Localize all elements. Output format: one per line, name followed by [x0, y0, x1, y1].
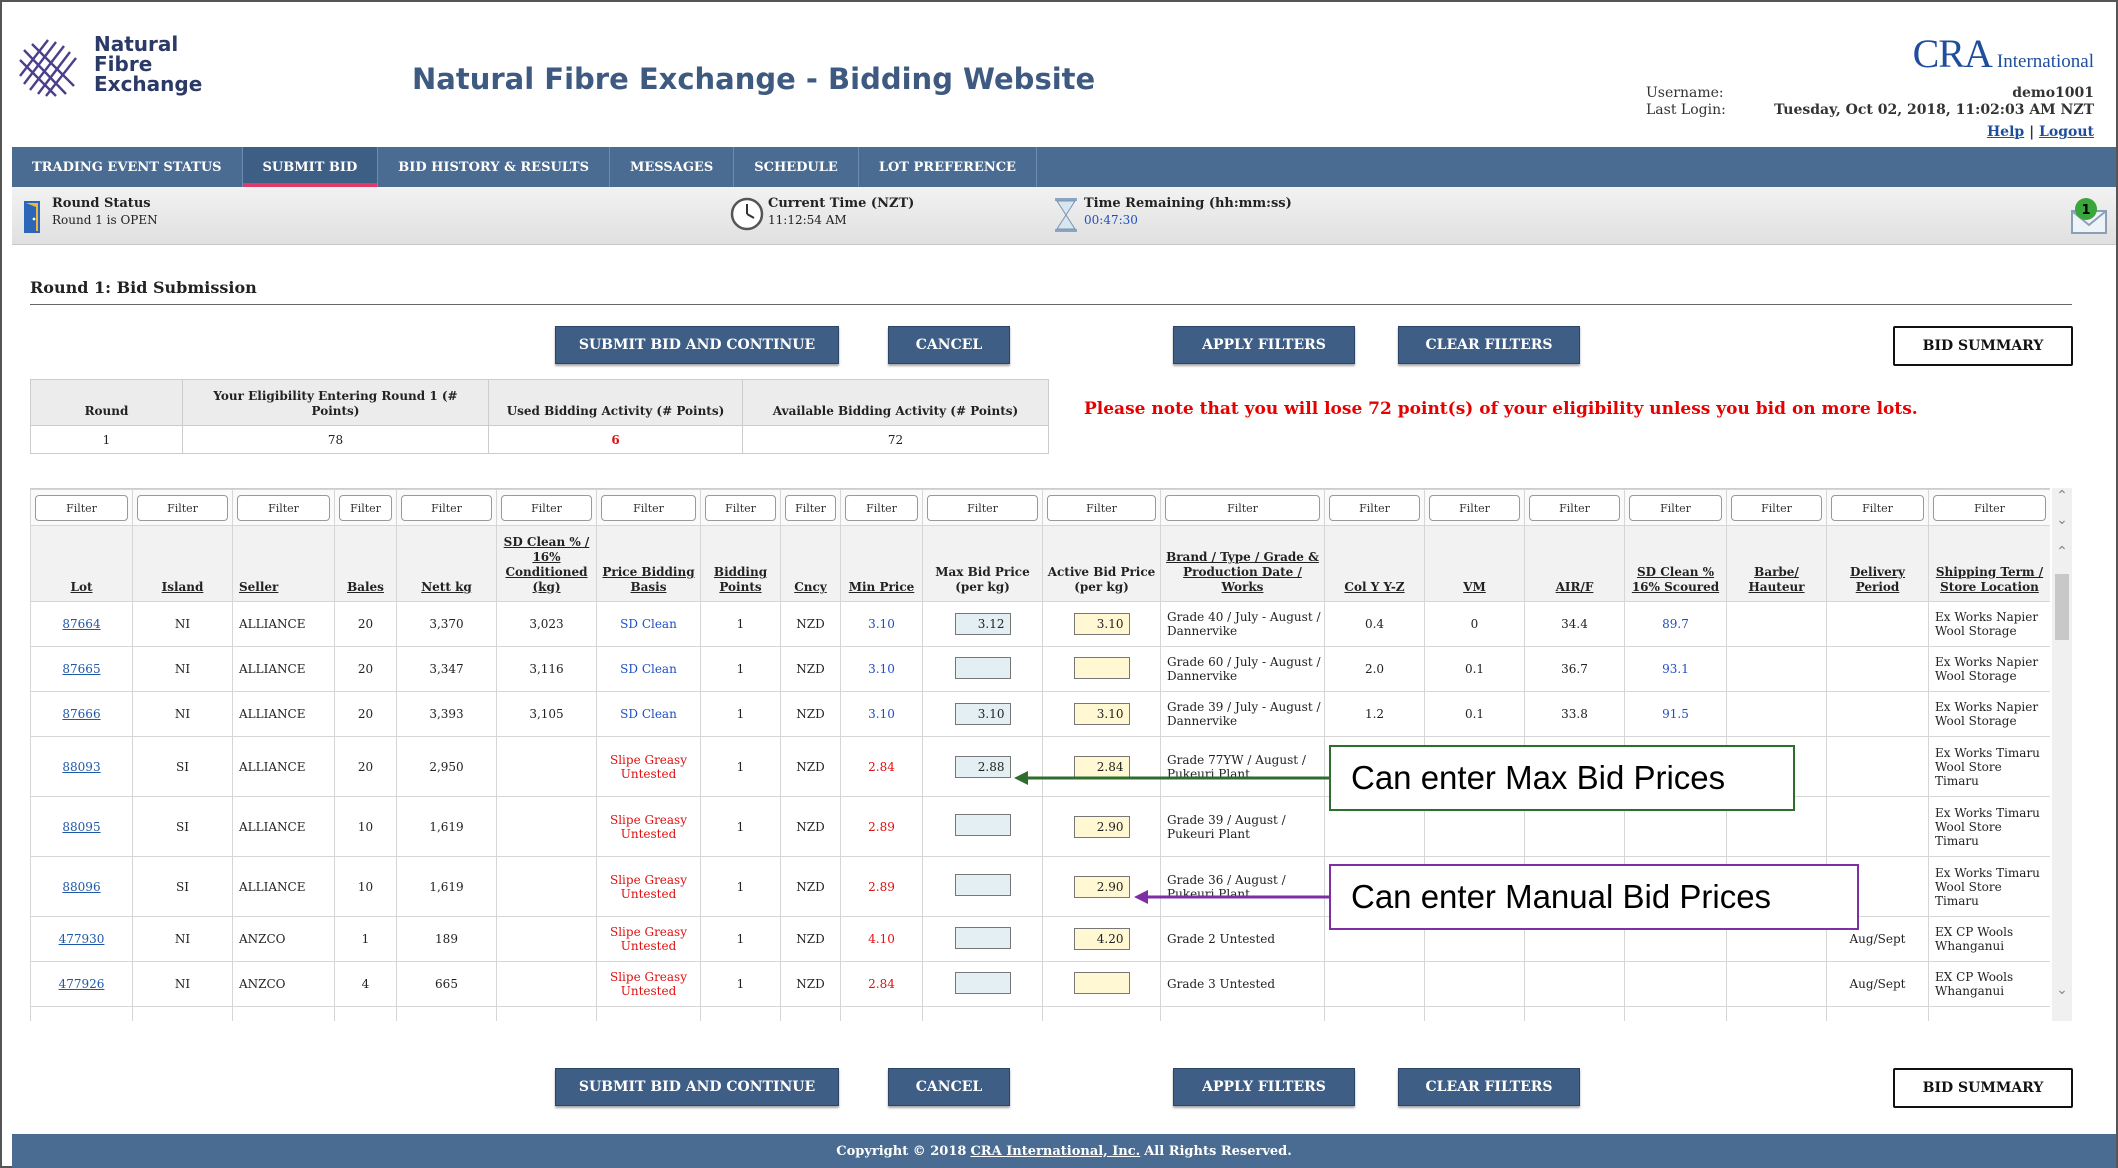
- clear-filters-button-bottom[interactable]: CLEAR FILTERS: [1398, 1068, 1580, 1106]
- submit-bid-button-bottom[interactable]: SUBMIT BID AND CONTINUE: [555, 1068, 839, 1106]
- page-footer: Copyright © 2018 CRA International, Inc.…: [12, 1134, 2116, 1168]
- cra-link[interactable]: CRA International, Inc.: [970, 1144, 1140, 1159]
- callout-manual-bid: Can enter Manual Bid Prices: [1329, 864, 1859, 930]
- copyright-text: Copyright © 2018: [836, 1143, 967, 1159]
- callout-arrows: [1014, 771, 1329, 904]
- apply-filters-button-bottom[interactable]: APPLY FILTERS: [1173, 1068, 1355, 1106]
- cancel-button-bottom[interactable]: CANCEL: [888, 1068, 1010, 1106]
- max-bid-arrowhead: [1014, 771, 1028, 785]
- bid-summary-button-bottom[interactable]: BID SUMMARY: [1893, 1068, 2073, 1108]
- app-window: Natural Fibre Exchange Natural Fibre Exc…: [0, 0, 2118, 1168]
- callout-max-bid: Can enter Max Bid Prices: [1329, 745, 1795, 811]
- manual-bid-arrowhead: [1134, 890, 1148, 904]
- rights-text: All Rights Reserved.: [1144, 1143, 1292, 1159]
